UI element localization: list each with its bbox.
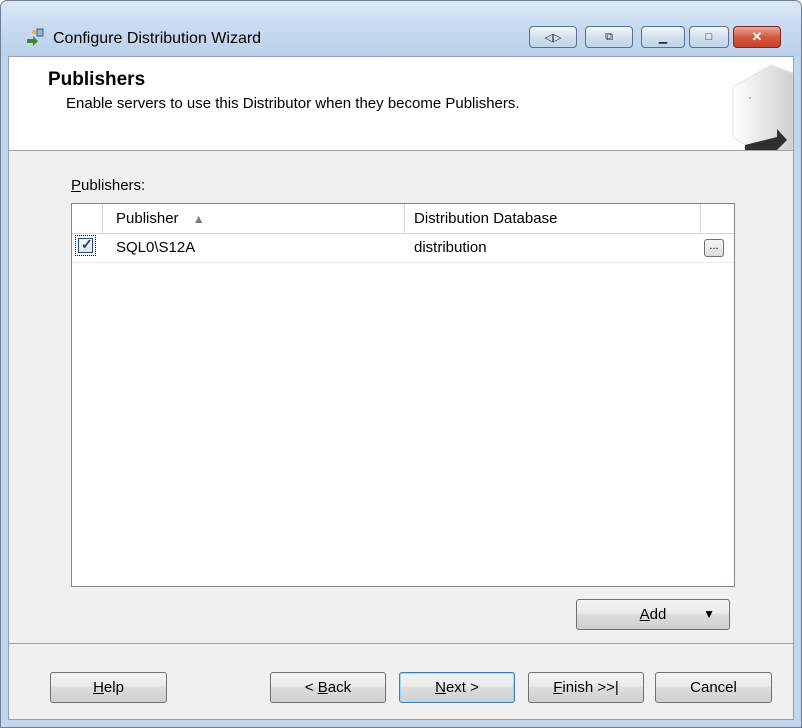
minimize-button[interactable]: ▁	[641, 26, 685, 48]
wizard-client-area: Publishers Enable servers to use this Di…	[8, 56, 794, 720]
page-title: Publishers	[48, 69, 146, 90]
maximize-button[interactable]: □	[689, 26, 729, 48]
next-button[interactable]: Next >	[399, 672, 515, 703]
distribution-database-cell: distribution	[414, 239, 487, 256]
finish-button[interactable]: Finish >>|	[528, 672, 644, 703]
table-row[interactable]: ✓ SQL0\S12A distribution ...	[72, 234, 734, 263]
add-dropdown-button[interactable]: Add ▼	[576, 599, 730, 630]
back-button[interactable]: < Back	[270, 672, 386, 703]
wizard-window: Configure Distribution Wizard ◁▷ ⧉ ▁ □ ✕…	[0, 0, 802, 728]
publisher-name-cell: SQL0\S12A	[116, 239, 196, 256]
footer-divider	[9, 643, 793, 644]
column-separator	[102, 204, 103, 233]
server-arrow-art	[732, 64, 793, 150]
column-header-distribution-database[interactable]: Distribution Database	[414, 210, 557, 227]
page-header: Publishers Enable servers to use this Di…	[9, 57, 793, 151]
grid-header: Publisher ▲ Distribution Database	[72, 204, 734, 234]
publishers-grid[interactable]: Publisher ▲ Distribution Database ✓ SQL0…	[71, 203, 735, 587]
database-properties-button[interactable]: ...	[704, 239, 724, 257]
page-subtitle: Enable servers to use this Distributor w…	[66, 95, 520, 112]
column-separator	[700, 204, 701, 233]
checkbox-checked-icon: ✓	[81, 236, 93, 252]
publisher-enabled-checkbox[interactable]: ✓	[75, 235, 96, 256]
cancel-button[interactable]: Cancel	[655, 672, 772, 703]
wizard-icon	[27, 28, 44, 46]
dropdown-arrow-icon: ▼	[703, 607, 715, 621]
column-separator	[404, 204, 405, 233]
help-button[interactable]: Help	[50, 672, 167, 703]
extra-caption-button-2[interactable]: ⧉	[585, 26, 633, 48]
window-title: Configure Distribution Wizard	[53, 30, 262, 47]
title-bar[interactable]: Configure Distribution Wizard ◁▷ ⧉ ▁ □ ✕	[1, 1, 801, 56]
extra-caption-button-1[interactable]: ◁▷	[529, 26, 577, 48]
sort-ascending-icon: ▲	[192, 212, 205, 226]
publishers-label: Publishers:	[71, 177, 146, 194]
column-header-publisher[interactable]: Publisher ▲	[116, 210, 205, 227]
close-button[interactable]: ✕	[733, 26, 781, 48]
